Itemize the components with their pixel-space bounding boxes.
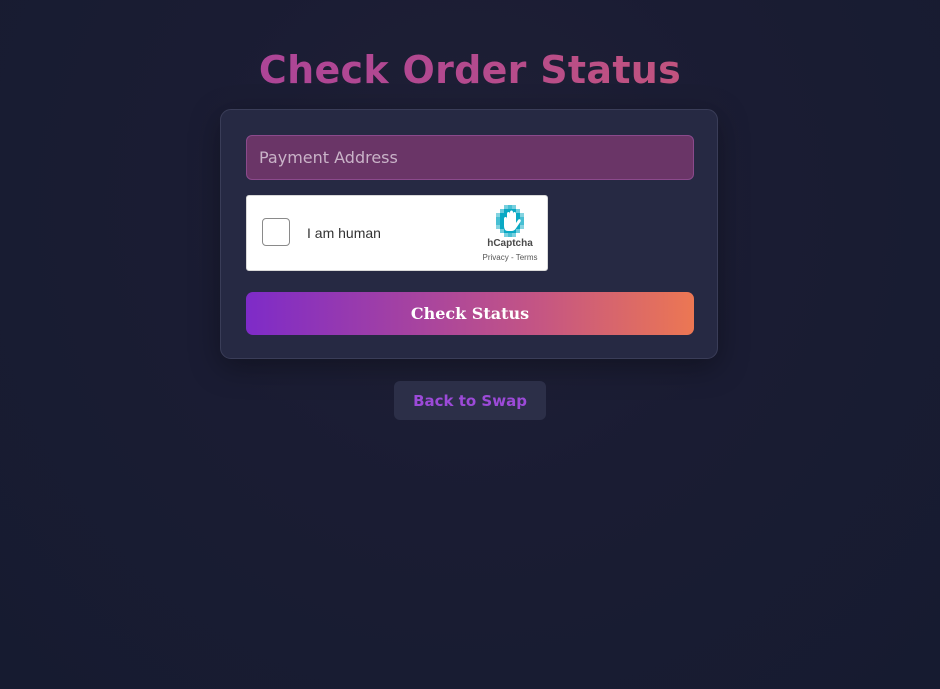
captcha-links: Privacy - Terms	[471, 253, 549, 262]
captcha-brand: hCaptcha	[487, 238, 533, 249]
order-status-card: I am human	[220, 109, 718, 359]
captcha-terms-link[interactable]: Terms	[516, 253, 538, 262]
captcha-link-separator: -	[508, 253, 516, 262]
captcha-checkbox[interactable]	[262, 218, 290, 246]
hcaptcha-widget: I am human hCaptcha Privacy - Terms	[246, 195, 548, 271]
captcha-privacy-link[interactable]: Privacy	[483, 253, 509, 262]
payment-address-input[interactable]	[246, 135, 694, 180]
captcha-label: I am human	[307, 225, 381, 241]
page-title: Check Order Status	[0, 45, 940, 95]
check-status-button[interactable]: Check Status	[246, 292, 694, 335]
hcaptcha-hand-icon	[496, 205, 524, 237]
back-to-swap-button[interactable]: Back to Swap	[394, 381, 546, 420]
